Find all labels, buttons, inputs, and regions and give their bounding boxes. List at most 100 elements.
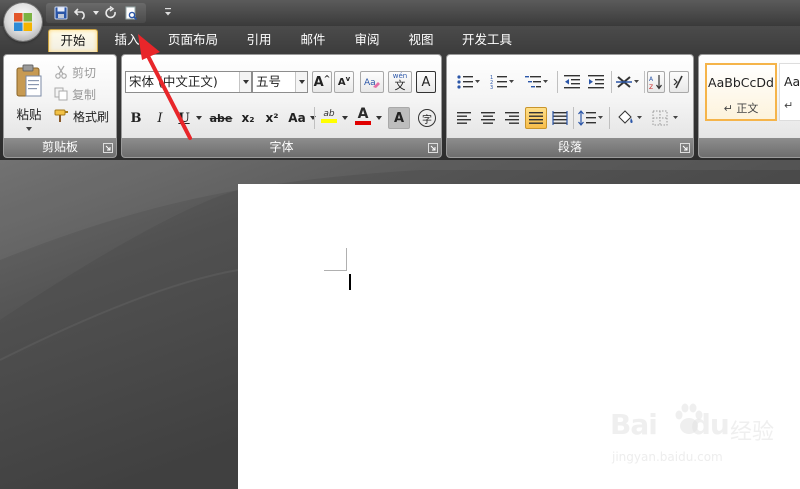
- multilevel-list-button[interactable]: [521, 71, 551, 93]
- grow-font-label: A: [313, 74, 324, 90]
- justify-button[interactable]: [525, 107, 547, 129]
- chinese-layout-button[interactable]: [613, 71, 641, 93]
- style-normal[interactable]: AaBbCcDd ↵ 正文: [705, 63, 777, 121]
- dialog-launcher-icon[interactable]: [680, 143, 690, 153]
- undo-dropdown[interactable]: [92, 4, 100, 22]
- quick-access-toolbar: [46, 3, 146, 23]
- undo-button[interactable]: [72, 4, 90, 22]
- ribbon-tab-bar: 开始 插入 页面布局 引用 邮件 审阅 视图 开发工具: [0, 26, 800, 52]
- dialog-launcher-icon[interactable]: [428, 143, 438, 153]
- character-border-label: A: [421, 74, 431, 90]
- italic-button[interactable]: I: [150, 107, 170, 129]
- character-shading-button[interactable]: A: [388, 107, 410, 129]
- font-color-dropdown[interactable]: [374, 107, 384, 129]
- shrink-font-label: A: [337, 76, 346, 88]
- tab-references[interactable]: 引用: [236, 29, 282, 52]
- bullets-icon: [457, 75, 480, 89]
- font-color-bar: [355, 121, 371, 125]
- tab-mailings[interactable]: 邮件: [290, 29, 336, 52]
- paragraph-mark-icon: [673, 75, 683, 89]
- ribbon: 粘贴 剪切 复制 格式刷 剪贴板 宋体 (中文正文) 五号 A ^ A v Aa…: [0, 52, 800, 160]
- font-size-combo[interactable]: 五号: [252, 71, 308, 93]
- underline-dropdown[interactable]: [194, 107, 204, 129]
- enclose-characters-button[interactable]: 字: [416, 107, 438, 129]
- repeat-button[interactable]: [102, 4, 120, 22]
- bullets-button[interactable]: [453, 71, 483, 93]
- subscript-button[interactable]: x₂: [238, 107, 258, 129]
- paint-bucket-icon: [618, 110, 642, 124]
- align-center-icon: [481, 112, 495, 124]
- change-case-dropdown[interactable]: [308, 107, 318, 129]
- save-button[interactable]: [52, 4, 70, 22]
- copy-button[interactable]: 复制: [54, 83, 114, 105]
- font-name-dropdown[interactable]: [239, 72, 251, 92]
- font-name-combo[interactable]: 宋体 (中文正文): [125, 71, 252, 93]
- clipboard-group: 粘贴 剪切 复制 格式刷 剪贴板: [3, 54, 117, 158]
- chevron-down-icon: [165, 8, 171, 16]
- separator: [644, 71, 645, 93]
- styles-group: AaBbCcDd ↵ 正文 AaB ↵: [698, 54, 800, 158]
- character-border-button[interactable]: A: [416, 71, 436, 93]
- paragraph-group: 1 2 3 A Z 段落: [446, 54, 694, 158]
- increase-indent-button[interactable]: [585, 71, 607, 93]
- clear-formatting-button[interactable]: Aa: [360, 71, 384, 93]
- multilevel-list-icon: [525, 76, 548, 88]
- style-next[interactable]: AaB ↵: [779, 63, 800, 121]
- separator: [314, 107, 315, 129]
- font-color-label: A: [357, 106, 369, 122]
- paste-button[interactable]: 粘贴: [8, 59, 50, 135]
- separator: [609, 107, 610, 129]
- tab-review[interactable]: 审阅: [344, 29, 390, 52]
- borders-icon: [652, 110, 678, 126]
- line-spacing-button[interactable]: [575, 107, 605, 129]
- font-size-dropdown[interactable]: [295, 72, 307, 92]
- align-center-button[interactable]: [477, 107, 499, 129]
- underline-label: U: [178, 110, 190, 126]
- dialog-launcher-icon[interactable]: [103, 143, 113, 153]
- paste-label: 粘贴: [16, 106, 42, 122]
- numbering-button[interactable]: 1 2 3: [487, 71, 517, 93]
- shading-button[interactable]: [613, 107, 645, 129]
- cut-button[interactable]: 剪切: [54, 61, 114, 83]
- customize-qat-button[interactable]: [162, 5, 174, 21]
- chevron-down-icon: [93, 11, 99, 15]
- strikethrough-button[interactable]: abe: [208, 107, 234, 129]
- tab-view[interactable]: 视图: [398, 29, 444, 52]
- format-painter-button[interactable]: 格式刷: [54, 105, 116, 127]
- align-left-button[interactable]: [453, 107, 475, 129]
- highlight-button[interactable]: ab: [318, 105, 340, 127]
- italic-label: I: [157, 110, 163, 126]
- format-painter-icon: [54, 109, 68, 122]
- superscript-button[interactable]: x²: [262, 107, 282, 129]
- font-color-button[interactable]: A: [352, 105, 374, 127]
- highlight-dropdown[interactable]: [340, 107, 350, 129]
- align-right-button[interactable]: [501, 107, 523, 129]
- tab-developer[interactable]: 开发工具: [452, 29, 522, 52]
- grow-font-button[interactable]: A ^: [312, 71, 332, 93]
- decrease-indent-button[interactable]: [561, 71, 583, 93]
- borders-button[interactable]: [649, 107, 681, 129]
- print-preview-button[interactable]: [122, 4, 140, 22]
- style-name: ↵ 正文: [723, 102, 759, 115]
- distribute-button[interactable]: [549, 107, 571, 129]
- tab-page-layout[interactable]: 页面布局: [160, 29, 226, 52]
- separator: [611, 71, 612, 93]
- tab-insert[interactable]: 插入: [104, 29, 150, 52]
- office-button[interactable]: [4, 3, 42, 41]
- scissors-icon: [55, 65, 67, 79]
- underline-button[interactable]: U: [174, 107, 194, 129]
- shrink-font-button[interactable]: Av: [334, 71, 354, 93]
- sort-button[interactable]: A Z: [647, 71, 665, 93]
- phonetic-guide-button[interactable]: wén 文: [388, 71, 412, 93]
- bold-button[interactable]: B: [126, 107, 146, 129]
- show-hide-marks-button[interactable]: [669, 71, 689, 93]
- change-case-button[interactable]: Aa: [286, 107, 308, 129]
- align-right-icon: [505, 112, 519, 124]
- svg-text:A: A: [649, 76, 654, 83]
- line-spacing-icon: [578, 110, 603, 126]
- separator: [557, 71, 558, 93]
- chevron-down-icon: [376, 116, 382, 120]
- distributed-align-icon: [552, 111, 568, 125]
- tab-home[interactable]: 开始: [48, 29, 98, 52]
- format-painter-label: 格式刷: [73, 109, 110, 124]
